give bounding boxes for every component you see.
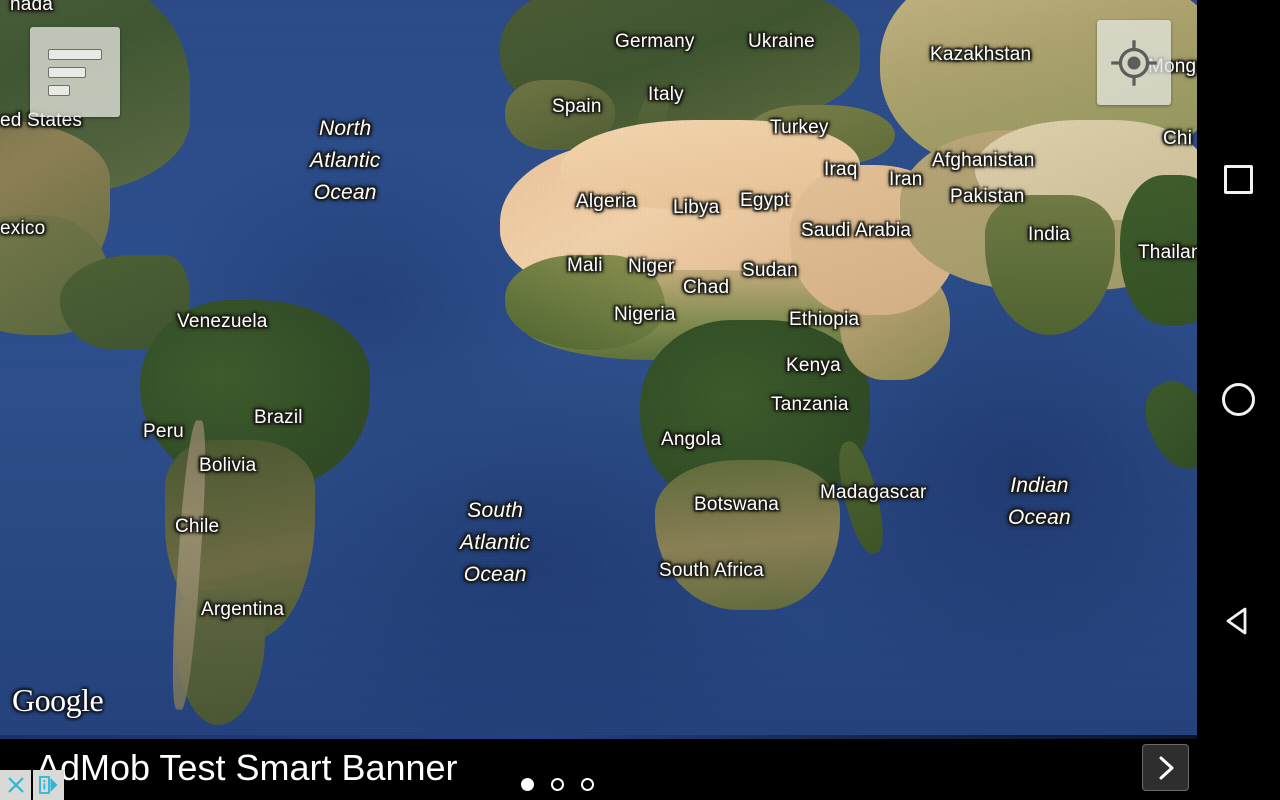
map-label-spain: Spain: [552, 96, 602, 117]
map-label-kazakhstan: Kazakhstan: [930, 44, 1032, 65]
map-label-chi: Chi: [1163, 128, 1193, 149]
adchoices-button[interactable]: [33, 770, 64, 800]
circle-home-icon: [1222, 383, 1255, 416]
my-location-crosshair-icon: [1111, 39, 1157, 86]
adchoices-info-icon: [39, 776, 58, 794]
map-label-kenya: Kenya: [786, 355, 841, 376]
map-label-germany: Germany: [615, 31, 695, 52]
map-label-indian-ocean: Indian Ocean: [1008, 474, 1071, 529]
nav-back-button[interactable]: [1197, 579, 1280, 662]
chevron-right-icon: [1159, 756, 1173, 779]
ad-close-button[interactable]: [0, 770, 31, 800]
square-recents-icon: [1224, 165, 1253, 194]
map-label-south-africa: South Africa: [659, 560, 764, 581]
map-label-turkey: Turkey: [770, 117, 829, 138]
map-label-south-atlantic-ocean: South Atlantic Ocean: [460, 499, 531, 586]
carousel-dot-3[interactable]: [581, 777, 594, 791]
nav-home-button[interactable]: [1197, 358, 1280, 441]
map-label-north-atlantic-ocean: North Atlantic Ocean: [310, 117, 381, 204]
map-label-libya: Libya: [673, 197, 720, 218]
map-label-ukraine: Ukraine: [748, 31, 815, 52]
ad-next-button[interactable]: [1142, 744, 1189, 791]
ad-carousel-dots[interactable]: [521, 774, 611, 794]
map-label-pakistan: Pakistan: [950, 186, 1025, 207]
map-view[interactable]: nada ed States exico Venezuela Brazil Peru Bol…: [0, 0, 1197, 735]
map-label-mali: Mali: [567, 255, 603, 276]
map-label-peru: Peru: [143, 421, 184, 442]
map-label-niger: Niger: [628, 256, 675, 277]
ad-badge-group: [0, 770, 64, 800]
ad-headline: AdMob Test Smart Banner: [36, 747, 458, 788]
android-navigation-bar: [1197, 0, 1280, 800]
map-label-angola: Angola: [661, 429, 722, 450]
device-screen: nada ed States exico Venezuela Brazil Peru Bol…: [0, 0, 1280, 800]
map-label-botswana: Botswana: [694, 494, 780, 515]
map-label-afghanistan: Afghanistan: [932, 150, 1035, 171]
map-label-algeria: Algeria: [576, 191, 637, 212]
map-label-india: India: [1028, 224, 1071, 245]
map-label-tanzania: Tanzania: [771, 394, 849, 415]
map-label-exico: exico: [0, 218, 46, 239]
nav-recents-button[interactable]: [1197, 138, 1280, 221]
hamburger-menu-icon: [48, 48, 102, 96]
my-location-button[interactable]: [1097, 20, 1171, 105]
map-label-brazil: Brazil: [254, 407, 303, 428]
drawer-menu-button[interactable]: [30, 27, 120, 117]
close-icon: [7, 777, 24, 793]
map-label-nada: nada: [10, 0, 54, 15]
map-label-egypt: Egypt: [740, 190, 790, 211]
google-logo: Google: [12, 682, 104, 718]
map-label-italy: Italy: [648, 84, 684, 105]
map-label-chile: Chile: [175, 516, 220, 537]
map-label-thailan: Thailan: [1138, 242, 1197, 263]
triangle-back-icon: [1226, 607, 1246, 634]
map-label-venezuela: Venezuela: [177, 311, 268, 332]
map-label-bolivia: Bolivia: [199, 455, 257, 476]
carousel-dot-1[interactable]: [521, 777, 534, 791]
carousel-dot-2[interactable]: [551, 777, 564, 791]
map-label-argentina: Argentina: [201, 599, 285, 620]
map-label-ethiopia: Ethiopia: [789, 309, 860, 330]
map-label-saudi-arabia: Saudi Arabia: [801, 220, 912, 241]
map-label-madagascar: Madagascar: [820, 482, 927, 503]
admob-banner[interactable]: AdMob Test Smart Banner: [0, 735, 1197, 800]
map-label-iran: Iran: [889, 169, 923, 190]
map-label-iraq: Iraq: [824, 159, 858, 180]
map-label-sudan: Sudan: [742, 260, 798, 281]
map-label-nigeria: Nigeria: [614, 304, 676, 325]
map-label-chad: Chad: [683, 277, 730, 298]
